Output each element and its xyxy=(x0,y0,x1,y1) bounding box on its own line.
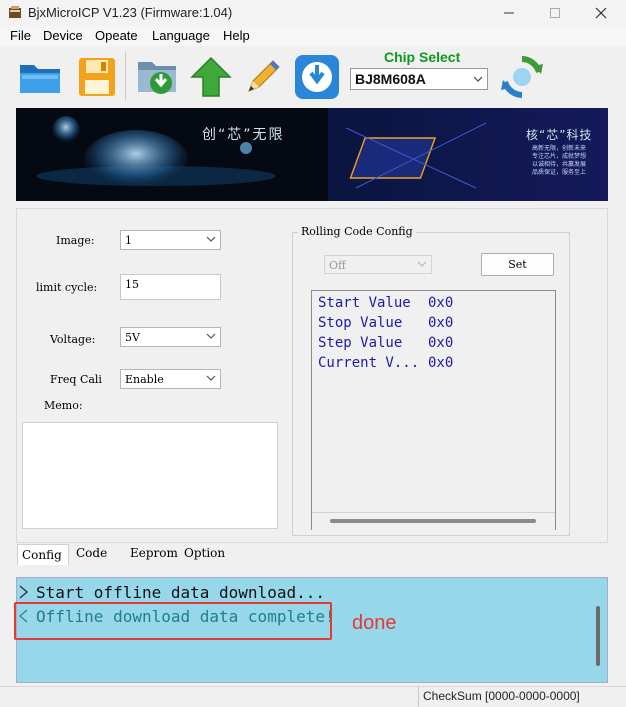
window-title: BjxMicroICP V1.23 (Firmware:1.04) xyxy=(28,5,233,20)
download-circle-icon xyxy=(295,55,339,99)
edit-button[interactable] xyxy=(238,52,288,102)
rolling-code-title: Rolling Code Config xyxy=(298,225,416,238)
memo-label: Memo: xyxy=(44,399,83,412)
menu-help[interactable]: Help xyxy=(223,28,250,43)
banner-caption: 高新无限，创新未来 专注芯片，成就梦想 以诚相待，共赢发展 品质保证，服务至上 xyxy=(532,145,586,177)
annotation-highlight-box xyxy=(14,602,332,640)
save-icon xyxy=(79,58,115,96)
close-button[interactable] xyxy=(578,0,624,26)
app-icon xyxy=(7,5,23,21)
voltage-label: Voltage: xyxy=(50,333,96,346)
folder-icon xyxy=(20,65,60,93)
tab-option[interactable]: Option xyxy=(184,546,225,560)
maximize-button[interactable] xyxy=(532,0,578,26)
status-separator xyxy=(418,687,419,707)
rolling-list-hscrollbar[interactable] xyxy=(312,512,555,530)
log-line: Start offline data download... xyxy=(36,583,325,602)
chevron-down-icon xyxy=(473,76,483,82)
menu-bar xyxy=(0,26,626,46)
rolling-code-set-button[interactable]: Set xyxy=(481,253,554,276)
chevron-down-icon xyxy=(206,375,216,381)
refresh-button[interactable] xyxy=(497,52,547,102)
chip-select-dropdown[interactable]: BJ8M608A xyxy=(350,68,488,90)
rolling-row-value: 0x0 xyxy=(428,335,454,351)
rolling-row-name: Stop Value xyxy=(318,315,403,331)
download-to-device-button[interactable] xyxy=(132,52,182,102)
open-file-button[interactable] xyxy=(16,52,66,102)
menu-device[interactable]: Device xyxy=(43,28,83,43)
chevron-down-icon xyxy=(417,261,427,267)
tab-code[interactable]: Code xyxy=(76,546,107,560)
banner-caption-line: 以诚相待，共赢发展 xyxy=(532,161,587,168)
chip-select-label: Chip Select xyxy=(384,49,461,65)
voltage-select-value: 5V xyxy=(125,331,140,344)
image-select[interactable]: 1 xyxy=(120,230,221,250)
refresh-icon xyxy=(501,56,543,98)
voltage-select[interactable]: 5V xyxy=(120,327,221,347)
banner-slogan-right: 核“芯”科技 xyxy=(526,128,593,142)
rolling-row-name: Start Value xyxy=(318,295,411,311)
freq-cali-label: Freq Cali xyxy=(50,373,102,386)
rolling-code-select[interactable]: Off xyxy=(324,255,432,274)
banner-graphic xyxy=(16,108,608,201)
menu-file[interactable]: File xyxy=(10,28,31,43)
freq-cali-select[interactable]: Enable xyxy=(120,369,221,389)
menu-opeate[interactable]: Opeate xyxy=(95,28,138,43)
image-label: Image: xyxy=(56,234,95,247)
rolling-row-value: 0x0 xyxy=(428,315,454,331)
log-scrollbar-thumb[interactable] xyxy=(596,606,600,666)
chevron-down-icon xyxy=(206,333,216,339)
checksum-readout: CheckSum [0000-0000-0000] xyxy=(423,689,580,703)
close-icon xyxy=(595,7,607,19)
pencil-icon xyxy=(248,60,280,92)
rolling-code-select-value: Off xyxy=(329,259,346,272)
minimize-button[interactable] xyxy=(486,0,532,26)
chip-select-value: BJ8M608A xyxy=(355,71,426,87)
limit-cycle-label: limit cycle: xyxy=(36,281,98,294)
minimize-icon xyxy=(504,12,514,14)
limit-cycle-input[interactable]: 15 xyxy=(120,274,221,300)
chevron-down-icon xyxy=(206,236,216,242)
chevron-right-icon xyxy=(18,584,30,600)
hscroll-thumb[interactable] xyxy=(330,519,536,523)
upload-button[interactable] xyxy=(186,52,236,102)
banner-slogan-left: 创“芯”无限 xyxy=(202,127,285,143)
banner-caption-line: 高新无限，创新未来 xyxy=(532,145,587,152)
save-button[interactable] xyxy=(72,52,122,102)
annotation-done-text: done xyxy=(352,612,397,634)
rolling-row-value: 0x0 xyxy=(428,355,454,371)
program-button[interactable] xyxy=(292,52,342,102)
banner-caption-line: 专注芯片，成就梦想 xyxy=(532,153,587,160)
up-arrow-icon xyxy=(190,56,232,97)
toolbar-separator xyxy=(125,52,126,100)
memo-textarea[interactable] xyxy=(22,422,278,529)
rolling-row-name: Current V... xyxy=(318,355,420,371)
banner-image: 创“芯”无限 核“芯”科技 高新无限，创新未来 专注芯片，成就梦想 以诚相待，共… xyxy=(16,108,608,201)
download-folder-icon xyxy=(138,62,176,94)
freq-cali-select-value: Enable xyxy=(125,373,164,386)
rolling-row-name: Step Value xyxy=(318,335,403,351)
menu-language[interactable]: Language xyxy=(152,28,210,43)
rolling-row-value: 0x0 xyxy=(428,295,454,311)
tab-config[interactable]: Config xyxy=(22,548,62,562)
banner-caption-line: 品质保证，服务至上 xyxy=(532,169,587,176)
tab-eeprom[interactable]: Eeprom xyxy=(130,546,178,560)
image-select-value: 1 xyxy=(125,234,132,247)
maximize-icon xyxy=(550,8,560,18)
